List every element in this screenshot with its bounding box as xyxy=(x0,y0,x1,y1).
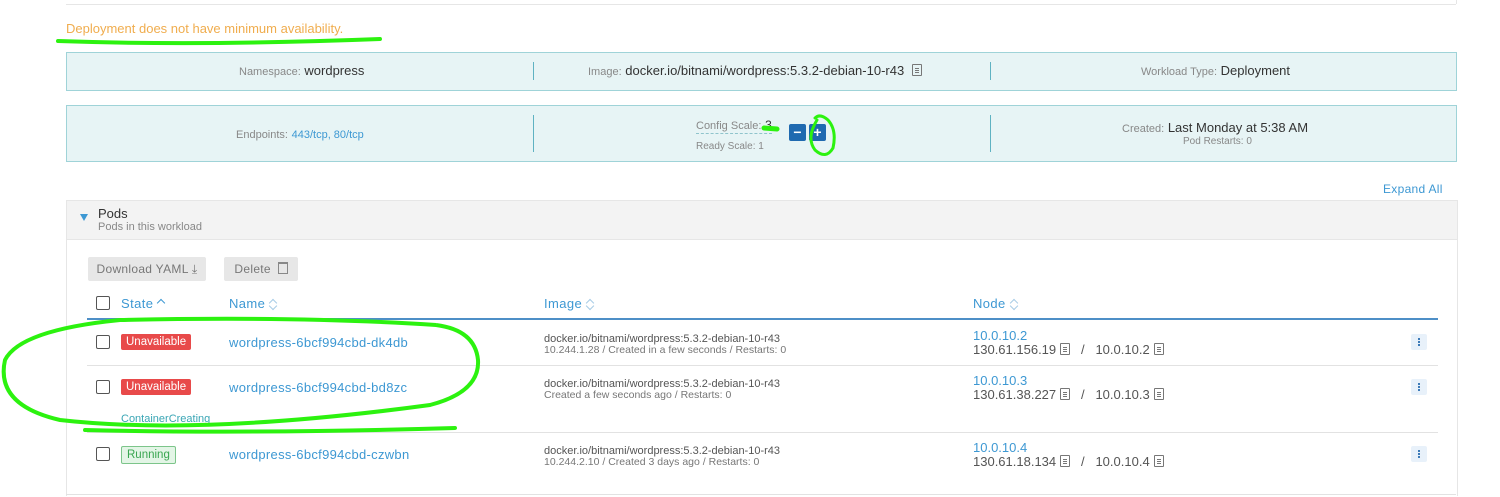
created-value: Last Monday at 5:38 AM xyxy=(1167,120,1309,135)
copy-icon[interactable] xyxy=(1060,388,1071,400)
divider xyxy=(533,115,534,152)
pod-restarts: Pod Restarts: 0 xyxy=(1183,136,1252,147)
node-address: 130.61.156.19 / 10.0.10.2 xyxy=(973,342,1164,357)
pod-image-detail: Created a few seconds ago / Restarts: 0 xyxy=(544,389,732,401)
divider xyxy=(990,62,991,80)
underline-annotation xyxy=(56,37,382,46)
collapse-triangle-icon[interactable] xyxy=(80,214,88,221)
workload-type-value: Deployment xyxy=(1220,63,1291,78)
row-actions-menu-icon[interactable] xyxy=(1411,379,1427,395)
sort-asc-icon xyxy=(157,298,167,310)
node-address: 130.61.38.227 / 10.0.10.3 xyxy=(973,387,1164,402)
divider xyxy=(533,62,534,80)
node-header-label: Node xyxy=(973,296,1006,311)
ready-scale: Ready Scale: 1 xyxy=(696,141,764,152)
delete-label: Delete xyxy=(234,262,271,276)
config-scale-label: Config Scale: xyxy=(696,120,762,132)
sort-icon xyxy=(586,298,596,310)
table-header-divider xyxy=(87,318,1438,320)
namespace-field: Namespace: wordpress xyxy=(239,63,364,78)
copy-icon[interactable] xyxy=(1153,455,1164,467)
pod-name-link[interactable]: wordpress-6bcf994cbd-dk4db xyxy=(229,335,408,350)
node-internal-ip: 10.0.10.3 xyxy=(1095,387,1150,402)
created-field: Created: Last Monday at 5:38 AM xyxy=(1122,120,1308,135)
row-actions-menu-icon[interactable] xyxy=(1411,334,1427,350)
node-separator: / xyxy=(1080,342,1085,357)
workload-type-label: Workload Type: xyxy=(1141,66,1218,78)
top-divider xyxy=(66,4,1456,5)
column-header-state[interactable]: State xyxy=(121,296,167,311)
config-scale-field: Config Scale: 3 xyxy=(696,117,772,134)
copy-icon[interactable] xyxy=(911,64,922,76)
availability-warning: Deployment does not have minimum availab… xyxy=(66,21,344,36)
pod-image-detail: 10.244.2.10 / Created 3 days ago / Resta… xyxy=(544,456,760,468)
download-yaml-label: Download YAML xyxy=(96,262,189,276)
row-checkbox[interactable] xyxy=(96,380,110,394)
pod-image-detail: 10.244.1.28 / Created in a few seconds /… xyxy=(544,344,787,356)
node-name-link[interactable]: 10.0.10.2 xyxy=(973,328,1027,343)
state-header-label: State xyxy=(121,296,154,311)
right-divider xyxy=(1456,0,1457,4)
workload-type-field: Workload Type: Deployment xyxy=(1141,63,1290,78)
node-ip: 130.61.18.134 xyxy=(973,454,1057,469)
trash-icon xyxy=(277,262,288,274)
copy-icon[interactable] xyxy=(1060,343,1071,355)
name-header-label: Name xyxy=(229,296,266,311)
row-checkbox[interactable] xyxy=(96,447,110,461)
row-actions-menu-icon[interactable] xyxy=(1411,446,1427,462)
decrement-scale-button[interactable]: − xyxy=(789,124,806,141)
pod-substate: ContainerCreating xyxy=(121,413,211,425)
row-divider xyxy=(87,432,1438,433)
image-header-label: Image xyxy=(544,296,583,311)
table-bottom-border xyxy=(66,494,1456,495)
namespace-value: wordpress xyxy=(304,63,365,78)
workload-info-row-1: Namespace: wordpress Image: docker.io/bi… xyxy=(66,52,1457,91)
divider xyxy=(990,115,991,152)
status-badge: Running xyxy=(121,446,176,464)
image-value: docker.io/bitnami/wordpress:5.3.2-debian… xyxy=(625,63,905,78)
config-scale-value: 3 xyxy=(765,118,772,132)
pods-section-header[interactable] xyxy=(66,200,1458,240)
node-address: 130.61.18.134 / 10.0.10.4 xyxy=(973,454,1164,469)
node-internal-ip: 10.0.10.2 xyxy=(1095,342,1150,357)
node-ip: 130.61.156.19 xyxy=(973,342,1057,357)
image-field: Image: docker.io/bitnami/wordpress:5.3.2… xyxy=(588,63,922,78)
row-checkbox[interactable] xyxy=(96,335,110,349)
pods-title: Pods xyxy=(98,206,128,221)
copy-icon[interactable] xyxy=(1153,388,1164,400)
download-yaml-button[interactable]: Download YAML ⤓ xyxy=(88,257,206,281)
node-ip: 130.61.38.227 xyxy=(973,387,1057,402)
node-internal-ip: 10.0.10.4 xyxy=(1095,454,1150,469)
workload-info-row-2: Endpoints: 443/tcp, 80/tcp Config Scale:… xyxy=(66,105,1457,162)
column-header-name[interactable]: Name xyxy=(229,296,279,311)
increment-scale-button[interactable]: + xyxy=(809,124,826,141)
expand-all-link[interactable]: Expand All xyxy=(1383,182,1443,196)
select-all-checkbox[interactable] xyxy=(96,296,110,310)
endpoints-link[interactable]: 443/tcp, 80/tcp xyxy=(292,129,364,141)
image-label: Image: xyxy=(588,66,622,78)
sort-icon xyxy=(1010,298,1020,310)
row-divider xyxy=(87,365,1438,366)
node-separator: / xyxy=(1080,454,1085,469)
pod-name-link[interactable]: wordpress-6bcf994cbd-czwbn xyxy=(229,447,410,462)
copy-icon[interactable] xyxy=(1060,455,1071,467)
column-header-image[interactable]: Image xyxy=(544,296,596,311)
column-header-node[interactable]: Node xyxy=(973,296,1020,311)
pod-name-link[interactable]: wordpress-6bcf994cbd-bd8zc xyxy=(229,380,407,395)
endpoints-label: Endpoints: xyxy=(236,129,288,141)
copy-icon[interactable] xyxy=(1153,343,1164,355)
endpoints-field: Endpoints: 443/tcp, 80/tcp xyxy=(236,126,364,141)
namespace-label: Namespace: xyxy=(239,66,301,78)
download-icon: ⤓ xyxy=(191,262,198,276)
delete-button[interactable]: Delete xyxy=(224,257,298,281)
sort-icon xyxy=(269,298,279,310)
node-name-link[interactable]: 10.0.10.4 xyxy=(973,440,1027,455)
node-separator: / xyxy=(1080,387,1085,402)
created-label: Created: xyxy=(1122,123,1165,135)
status-badge: Unavailable xyxy=(121,379,192,395)
pods-subtitle: Pods in this workload xyxy=(98,221,202,233)
status-badge: Unavailable xyxy=(121,334,192,350)
node-name-link[interactable]: 10.0.10.3 xyxy=(973,373,1027,388)
